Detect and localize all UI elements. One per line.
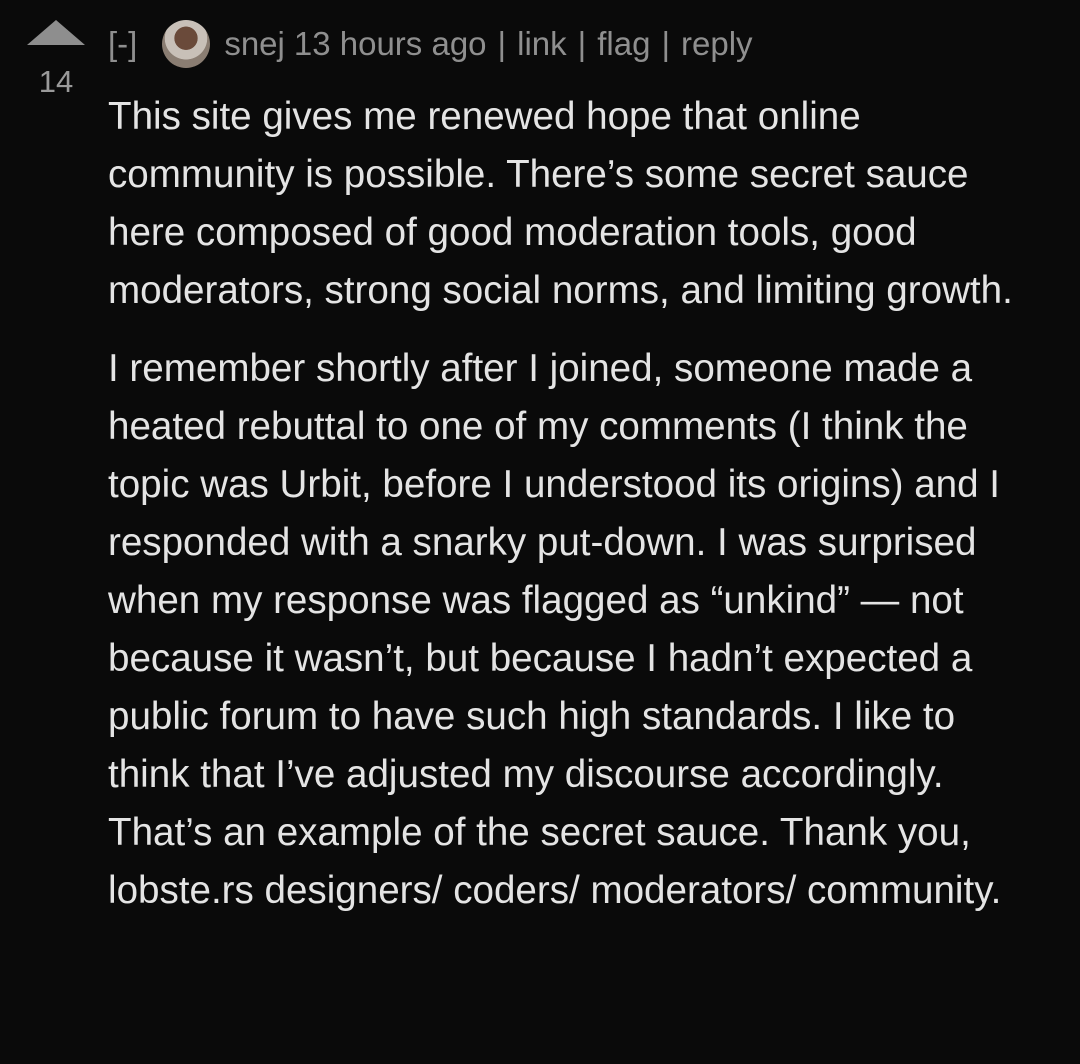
comment: 14 [-] snej 13 hours ago | link | flag |… [0, 0, 1080, 1064]
separator: | [661, 25, 671, 62]
user-avatar[interactable] [162, 20, 211, 68]
comment-byline: [-] snej 13 hours ago | link | flag | re… [108, 20, 753, 68]
upvote-arrow-icon[interactable] [27, 20, 85, 45]
comment-time: 13 hours ago [293, 25, 487, 62]
flag-link[interactable]: flag [597, 25, 650, 63]
separator: | [577, 25, 587, 62]
comment-paragraph: I remember shortly after I joined, someo… [108, 347, 1002, 912]
voters: 14 [22, 20, 90, 99]
comment-paragraph: This site gives me renewed hope that onl… [108, 95, 1013, 312]
author-link[interactable]: snej [224, 25, 285, 63]
collapse-toggle[interactable]: [-] [108, 25, 137, 63]
link-link[interactable]: link [517, 25, 567, 63]
reply-link[interactable]: reply [681, 25, 753, 63]
separator: | [497, 25, 507, 62]
comment-text: This site gives me renewed hope that onl… [108, 88, 1033, 920]
comment-score: 14 [38, 64, 74, 99]
